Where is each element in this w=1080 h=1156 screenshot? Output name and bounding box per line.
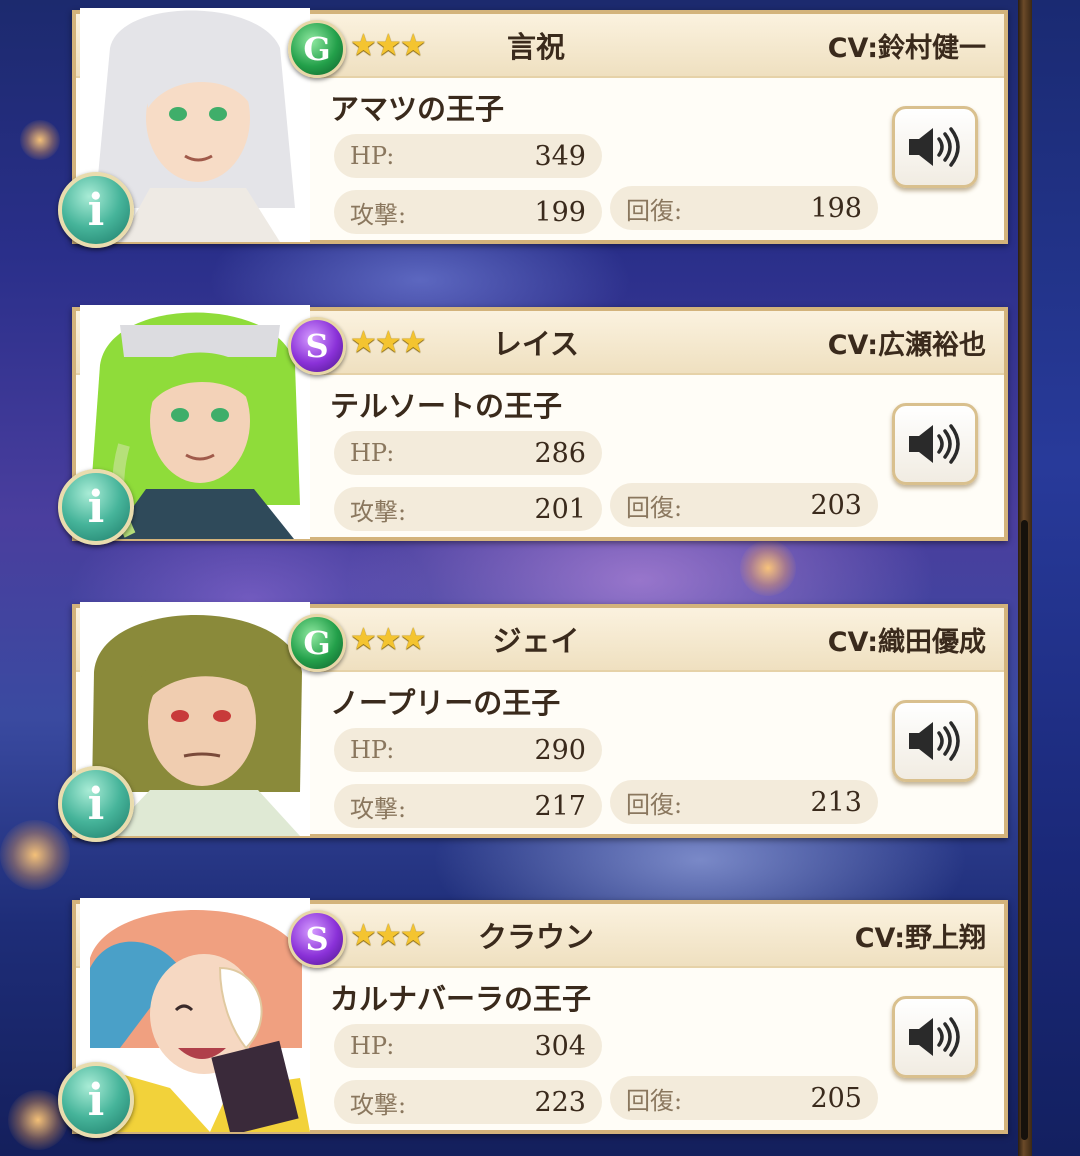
voice-play-button[interactable]: [892, 403, 978, 485]
stat-hp-label: HP:: [350, 1032, 395, 1060]
attribute-badge-icon: G: [288, 614, 346, 672]
attribute-badge-icon: G: [288, 20, 346, 78]
stat-attack: 攻撃: 217: [334, 784, 602, 828]
character-title: カルナバーラの王子: [330, 982, 592, 1016]
stat-recovery-value: 203: [810, 489, 862, 521]
stat-recovery-label: 回復:: [626, 196, 683, 225]
lantern-glow: [740, 540, 796, 596]
background-edge: [1032, 0, 1080, 1156]
stat-attack-value: 217: [534, 790, 586, 822]
rarity-stars: ★★★: [350, 918, 427, 953]
stat-recovery: 回復: 213: [610, 780, 878, 824]
voice-play-button[interactable]: [892, 700, 978, 782]
info-button[interactable]: i: [58, 766, 134, 842]
stat-recovery: 回復: 205: [610, 1076, 878, 1120]
scrollbar[interactable]: [1021, 520, 1028, 1140]
stat-recovery: 回復: 203: [610, 483, 878, 527]
character-name: ジェイ: [492, 624, 580, 658]
stat-recovery-label: 回復:: [626, 790, 683, 819]
voice-actor: CV:織田優成: [827, 627, 986, 658]
info-icon: i: [87, 481, 105, 533]
stat-hp-value: 349: [534, 140, 586, 172]
info-icon: i: [87, 184, 105, 236]
stat-hp: HP: 349: [334, 134, 602, 178]
stat-attack-value: 199: [534, 196, 586, 228]
stat-recovery-value: 213: [810, 786, 862, 818]
stat-hp-label: HP:: [350, 736, 395, 764]
lantern-glow: [20, 120, 60, 160]
info-button[interactable]: i: [58, 1062, 134, 1138]
stat-attack-label: 攻撃:: [350, 794, 407, 823]
character-title: アマツの王子: [330, 92, 505, 126]
rarity-stars: ★★★: [350, 28, 427, 63]
speaker-icon: [909, 127, 960, 167]
speaker-icon: [909, 1017, 960, 1057]
character-title: ノープリーの王子: [330, 686, 561, 720]
voice-actor: CV:鈴村健一: [827, 33, 986, 64]
stat-attack-label: 攻撃:: [350, 200, 407, 229]
stat-hp-label: HP:: [350, 142, 395, 170]
voice-actor: CV:広瀬裕也: [827, 330, 986, 361]
stat-hp: HP: 304: [334, 1024, 602, 1068]
character-card[interactable]: S ★★★ クラウン CV:野上翔 カルナバーラの王子 HP: 304 攻撃: …: [58, 898, 1008, 1138]
character-name: レイス: [492, 327, 580, 361]
stat-recovery-value: 205: [810, 1082, 862, 1114]
character-title: テルソートの王子: [330, 389, 563, 423]
voice-actor: CV:野上翔: [854, 923, 986, 954]
stat-attack: 攻撃: 201: [334, 487, 602, 531]
character-card[interactable]: G ★★★ 言祝 CV:鈴村健一 アマツの王子 HP: 349 攻撃: 199 …: [58, 8, 1008, 248]
voice-play-button[interactable]: [892, 996, 978, 1078]
stat-attack-label: 攻撃:: [350, 1090, 407, 1119]
stat-hp-value: 304: [534, 1030, 586, 1062]
stat-attack: 攻撃: 199: [334, 190, 602, 234]
voice-play-button[interactable]: [892, 106, 978, 188]
stat-attack-value: 201: [534, 493, 586, 525]
stat-attack-label: 攻撃:: [350, 497, 407, 526]
lantern-glow: [0, 820, 70, 890]
speaker-icon: [909, 424, 960, 464]
stat-recovery-label: 回復:: [626, 1086, 683, 1115]
stat-hp-label: HP:: [350, 439, 395, 467]
stat-recovery-value: 198: [810, 192, 862, 224]
attribute-badge-icon: S: [288, 910, 346, 968]
character-card[interactable]: G ★★★ ジェイ CV:織田優成 ノープリーの王子 HP: 290 攻撃: 2…: [58, 602, 1008, 842]
stat-recovery-label: 回復:: [626, 493, 683, 522]
stat-hp: HP: 286: [334, 431, 602, 475]
rarity-stars: ★★★: [350, 325, 427, 360]
rarity-stars: ★★★: [350, 622, 427, 657]
character-name: 言祝: [506, 30, 565, 64]
info-button[interactable]: i: [58, 172, 134, 248]
character-name: クラウン: [477, 920, 594, 954]
stat-attack: 攻撃: 223: [334, 1080, 602, 1124]
stat-hp-value: 286: [534, 437, 586, 469]
info-icon: i: [87, 1074, 105, 1126]
info-icon: i: [87, 778, 105, 830]
stat-attack-value: 223: [534, 1086, 586, 1118]
stat-recovery: 回復: 198: [610, 186, 878, 230]
character-card[interactable]: S ★★★ レイス CV:広瀬裕也 テルソートの王子 HP: 286 攻撃: 2…: [58, 305, 1008, 545]
stat-hp: HP: 290: [334, 728, 602, 772]
info-button[interactable]: i: [58, 469, 134, 545]
attribute-badge-icon: S: [288, 317, 346, 375]
stat-hp-value: 290: [534, 734, 586, 766]
speaker-icon: [909, 721, 960, 761]
